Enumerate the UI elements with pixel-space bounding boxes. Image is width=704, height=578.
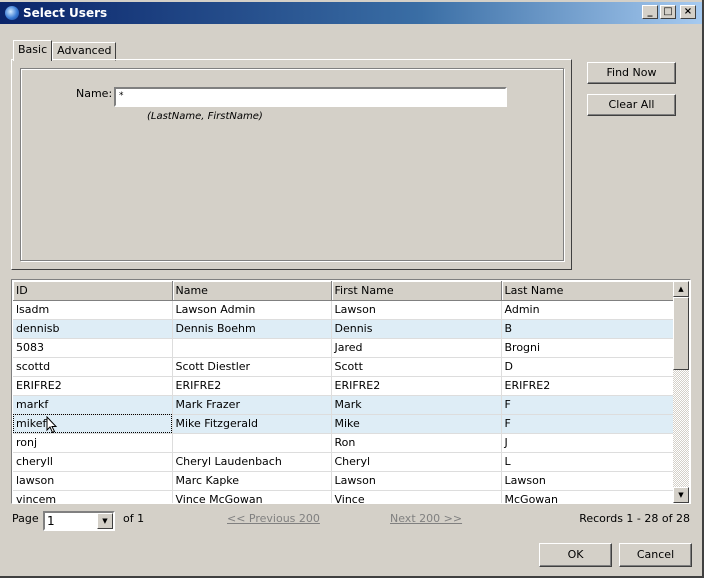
page-select-value: 1 (47, 514, 55, 528)
maximize-button[interactable]: □ (660, 5, 676, 19)
table-row[interactable]: lsadm Lawson Admin Lawson Admin (13, 300, 675, 320)
cell-last-name[interactable]: Lawson (501, 471, 675, 491)
cell-id[interactable]: mikef (13, 414, 173, 434)
cell-last-name[interactable]: Admin (501, 300, 675, 320)
table-row[interactable]: lawson Marc Kapke Lawson Lawson (13, 471, 675, 491)
cell-name[interactable]: Dennis Boehm (172, 319, 332, 339)
name-format-hint: (LastName, FirstName) (147, 111, 263, 122)
cell-first-name[interactable]: ERIFRE2 (331, 376, 502, 396)
scroll-down-arrow-icon[interactable]: ▼ (673, 487, 689, 503)
cancel-button[interactable]: Cancel (619, 543, 692, 567)
mouse-pointer-icon (46, 416, 58, 434)
cell-last-name[interactable]: McGowan (501, 490, 675, 503)
clear-all-button[interactable]: Clear All (587, 94, 676, 116)
records-count: Records 1 - 28 of 28 (579, 512, 690, 525)
cell-id[interactable]: 5083 (13, 338, 173, 358)
ok-button[interactable]: OK (539, 543, 612, 567)
column-header-first-name[interactable]: First Name (331, 281, 502, 301)
cell-id[interactable]: vincem (13, 490, 173, 503)
cell-name[interactable]: Cheryl Laudenbach (172, 452, 332, 472)
cell-last-name[interactable]: F (501, 395, 675, 415)
vertical-scrollbar[interactable]: ▲ ▼ (673, 281, 689, 503)
table-row[interactable]: 5083 Jared Brogni (13, 338, 675, 358)
page-count-label: of 1 (123, 512, 145, 525)
table-row[interactable]: scottd Scott Diestler Scott D (13, 357, 675, 377)
cell-id[interactable]: markf (13, 395, 173, 415)
cell-last-name[interactable]: F (501, 414, 675, 434)
close-button[interactable]: × (680, 5, 696, 19)
cell-first-name[interactable]: Ron (331, 433, 502, 453)
cell-last-name[interactable]: L (501, 452, 675, 472)
cell-id[interactable]: ERIFRE2 (13, 376, 173, 396)
select-users-dialog: Select Users _ □ × Basic Advanced Name: … (0, 0, 704, 578)
table-row[interactable]: cheryll Cheryl Laudenbach Cheryl L (13, 452, 675, 472)
window-title: Select Users (23, 6, 108, 20)
cell-last-name[interactable]: B (501, 319, 675, 339)
cell-last-name[interactable]: Brogni (501, 338, 675, 358)
name-input[interactable]: * (114, 87, 507, 107)
column-header-id[interactable]: ID (13, 281, 173, 301)
cell-name[interactable]: Scott Diestler (172, 357, 332, 377)
cell-last-name[interactable]: ERIFRE2 (501, 376, 675, 396)
table-row[interactable]: vincem Vince McGowan Vince McGowan (13, 490, 675, 503)
table-row[interactable]: ERIFRE2 ERIFRE2 ERIFRE2 ERIFRE2 (13, 376, 675, 396)
app-globe-icon (5, 6, 19, 20)
table-row[interactable]: mikef Mike Fitzgerald Mike F (13, 414, 675, 434)
title-bar[interactable]: Select Users _ □ × (0, 2, 702, 24)
table-row[interactable]: markf Mark Frazer Mark F (13, 395, 675, 415)
cell-first-name[interactable]: Dennis (331, 319, 502, 339)
page-label: Page (12, 512, 39, 525)
cell-id[interactable]: scottd (13, 357, 173, 377)
cell-first-name[interactable]: Vince (331, 490, 502, 503)
cell-id[interactable]: lawson (13, 471, 173, 491)
next-page-link[interactable]: Next 200 >> (390, 512, 462, 525)
cell-last-name[interactable]: D (501, 357, 675, 377)
cell-id[interactable]: dennisb (13, 319, 173, 339)
cell-id[interactable]: cheryll (13, 452, 173, 472)
users-table: ID Name First Name Last Name lsadm Lawson… (11, 279, 691, 504)
cell-name[interactable] (172, 338, 332, 358)
cell-name[interactable] (172, 433, 332, 453)
column-header-name[interactable]: Name (172, 281, 332, 301)
page-select[interactable]: 1 ▼ (43, 511, 115, 531)
cell-name[interactable]: Mike Fitzgerald (172, 414, 332, 434)
cell-id[interactable]: ronj (13, 433, 173, 453)
find-now-button[interactable]: Find Now (587, 62, 676, 84)
scroll-up-arrow-icon[interactable]: ▲ (673, 281, 689, 297)
cell-name[interactable]: ERIFRE2 (172, 376, 332, 396)
cell-name[interactable]: Vince McGowan (172, 490, 332, 503)
scrollbar-thumb[interactable] (673, 297, 689, 370)
cell-first-name[interactable]: Mike (331, 414, 502, 434)
cell-id[interactable]: lsadm (13, 300, 173, 320)
cell-first-name[interactable]: Lawson (331, 300, 502, 320)
column-header-last-name[interactable]: Last Name (501, 281, 675, 301)
minimize-button[interactable]: _ (642, 5, 658, 19)
cell-first-name[interactable]: Lawson (331, 471, 502, 491)
dropdown-arrow-icon[interactable]: ▼ (97, 513, 113, 529)
cell-name[interactable]: Lawson Admin (172, 300, 332, 320)
table-row[interactable]: ronj Ron J (13, 433, 675, 453)
cell-last-name[interactable]: J (501, 433, 675, 453)
cell-first-name[interactable]: Cheryl (331, 452, 502, 472)
cell-first-name[interactable]: Scott (331, 357, 502, 377)
previous-page-link[interactable]: << Previous 200 (227, 512, 320, 525)
cell-name[interactable]: Mark Frazer (172, 395, 332, 415)
table-header-row: ID Name First Name Last Name (13, 281, 675, 301)
tab-basic[interactable]: Basic (13, 40, 53, 61)
cell-first-name[interactable]: Mark (331, 395, 502, 415)
cell-first-name[interactable]: Jared (331, 338, 502, 358)
table-row[interactable]: dennisb Dennis Boehm Dennis B (13, 319, 675, 339)
cell-name[interactable]: Marc Kapke (172, 471, 332, 491)
name-label: Name: (76, 87, 113, 100)
tab-bar: Basic Advanced (13, 40, 117, 61)
